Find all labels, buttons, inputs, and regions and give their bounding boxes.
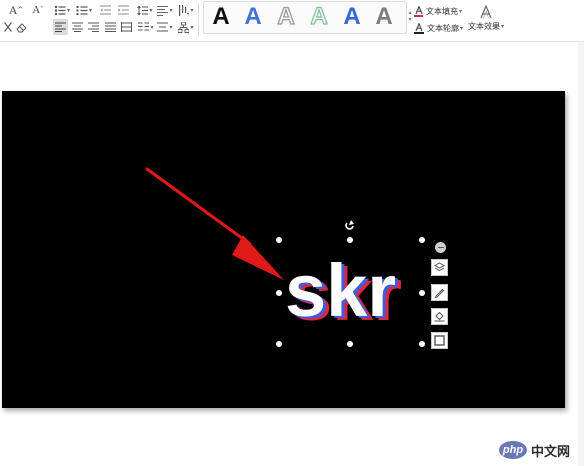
outline-style-button[interactable]: [431, 332, 448, 349]
slide-overlay: skr skr skr: [145, 167, 402, 336]
layer-options-button[interactable]: [431, 259, 448, 276]
fill-bucket-icon: [434, 311, 445, 322]
rotate-handle-icon[interactable]: [345, 220, 354, 230]
resize-handle-right[interactable]: [419, 290, 425, 296]
resize-handle-bottom[interactable]: [347, 341, 353, 347]
resize-handle-top-left[interactable]: [276, 237, 282, 243]
watermark-logo: php: [499, 441, 527, 459]
resize-handle-left[interactable]: [276, 290, 282, 296]
word-art-text[interactable]: skr skr skr: [285, 249, 402, 336]
watermark-text: 中文网: [531, 444, 571, 460]
layers-icon: [434, 262, 445, 272]
outline-square-icon: [434, 335, 445, 346]
minus-icon: [437, 246, 444, 249]
collapse-toolbar-button[interactable]: [435, 242, 446, 253]
word-art-main: skr: [285, 249, 396, 332]
resize-handle-bottom-right[interactable]: [419, 341, 425, 347]
resize-handle-top[interactable]: [347, 237, 353, 243]
site-watermark: php 中文网: [499, 439, 570, 461]
edit-text-button[interactable]: [431, 284, 448, 301]
resize-handle-bottom-left[interactable]: [276, 341, 282, 347]
resize-handle-top-right[interactable]: [419, 237, 425, 243]
pencil-icon: [434, 288, 445, 298]
red-arrow-annotation: [145, 167, 284, 280]
fill-style-button[interactable]: [431, 308, 448, 325]
